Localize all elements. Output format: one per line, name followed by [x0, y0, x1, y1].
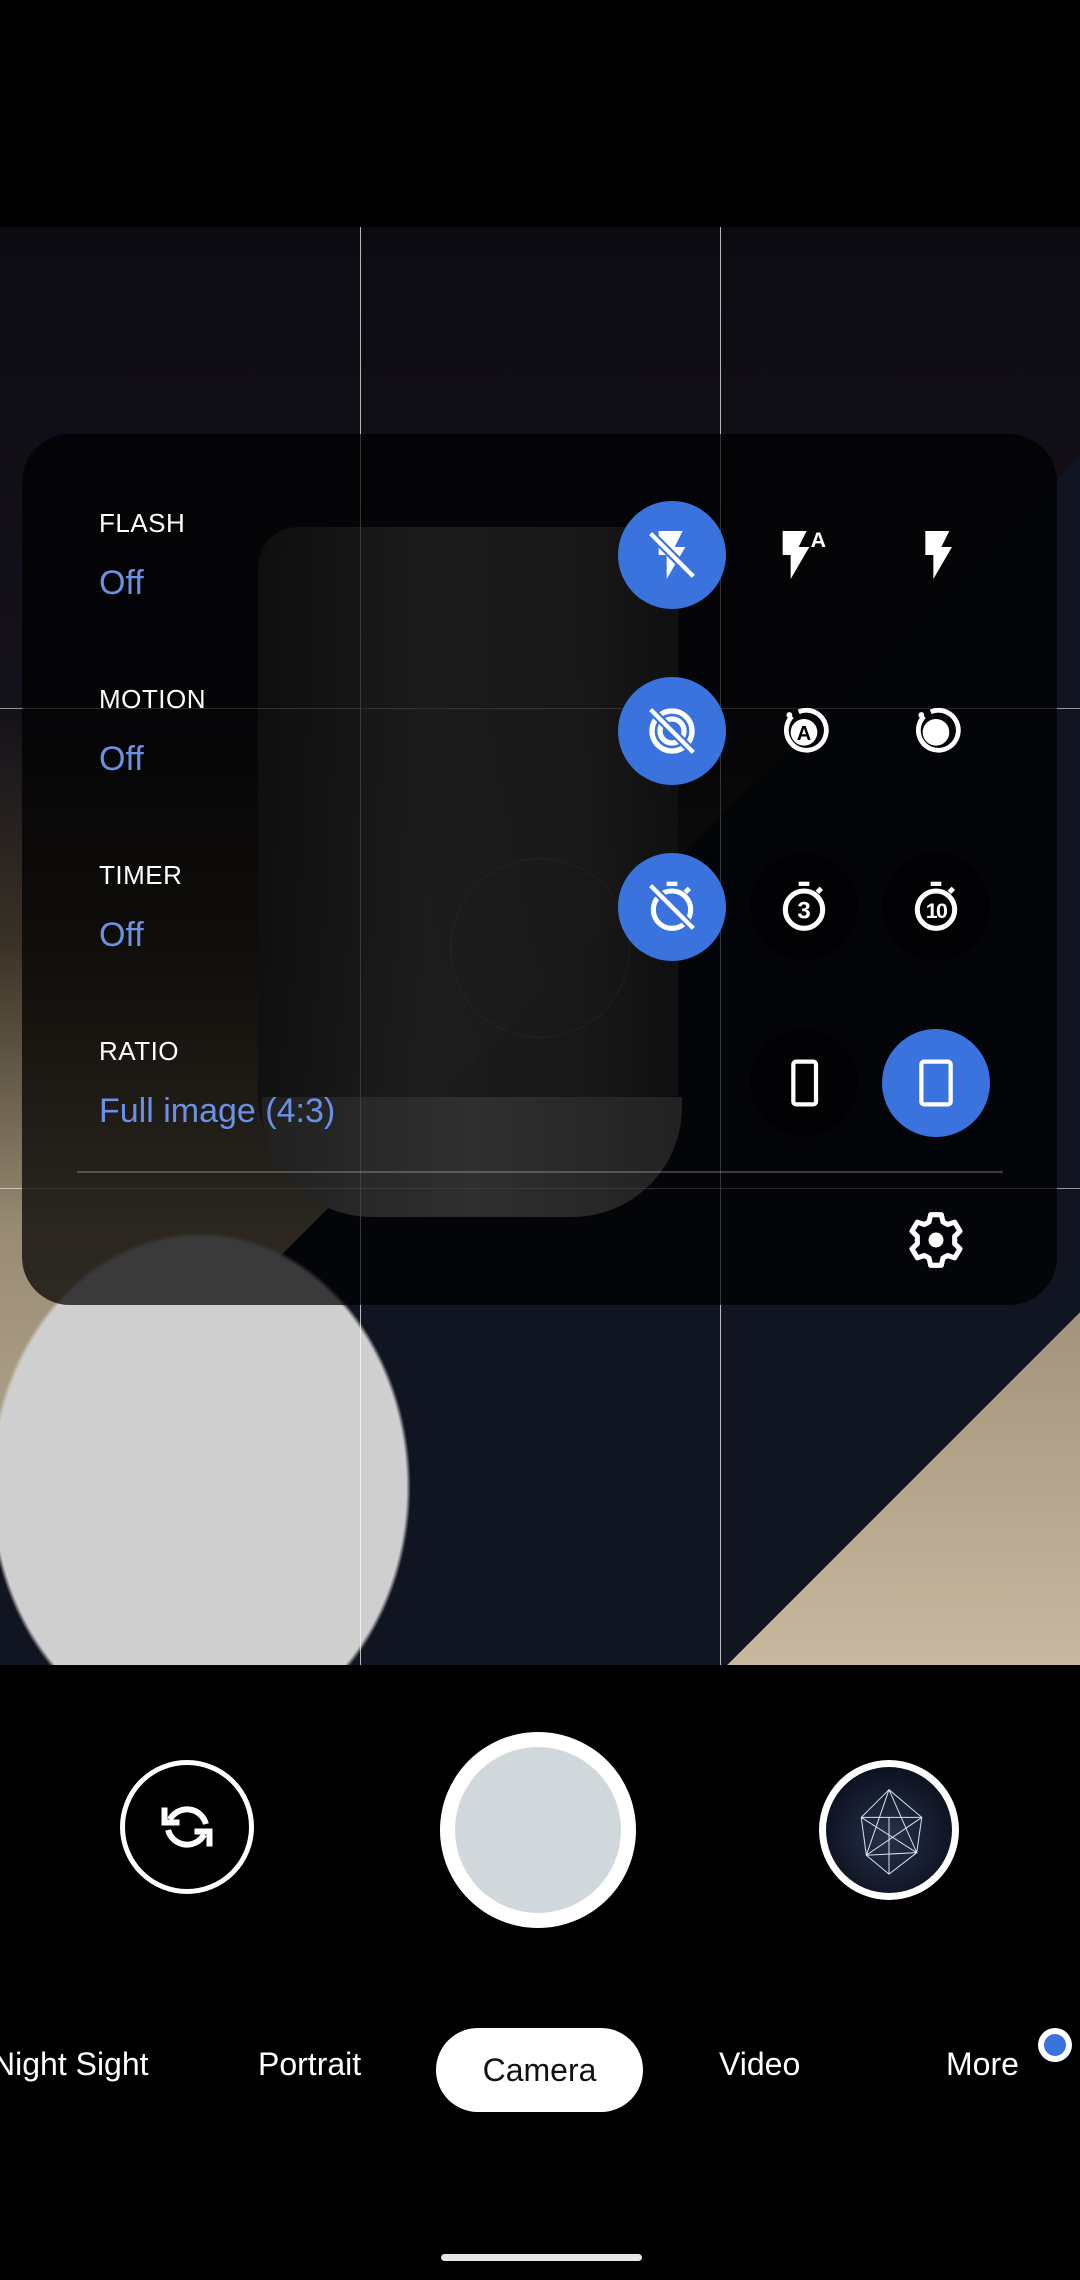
motion-auto-button[interactable]: A: [750, 677, 858, 785]
ratio-16-9-button[interactable]: [750, 1029, 858, 1137]
motion-on-button[interactable]: [882, 677, 990, 785]
mode-more[interactable]: More: [946, 2046, 1019, 2083]
flash-label: FLASH: [99, 508, 186, 538]
ratio-16-9-icon: [791, 1059, 819, 1107]
settings-button[interactable]: [904, 1208, 968, 1272]
mode-portrait[interactable]: Portrait: [258, 2046, 361, 2083]
svg-text:10: 10: [926, 899, 947, 923]
flash-auto-icon: A: [782, 528, 826, 579]
flash-off-button[interactable]: [618, 501, 726, 609]
flash-off-icon: [647, 530, 697, 580]
mode-video[interactable]: Video: [719, 2046, 800, 2083]
motion-value: Off: [99, 740, 144, 778]
timer-10s-icon: 10: [914, 881, 958, 931]
panel-divider: [77, 1171, 1003, 1173]
last-photo-thumbnail[interactable]: [819, 1760, 959, 1900]
svg-text:A: A: [797, 723, 811, 745]
flash-on-icon: [925, 531, 952, 579]
timer-label: TIMER: [99, 860, 183, 890]
ratio-label: RATIO: [99, 1036, 180, 1066]
thumbnail-molecule-graphic: [860, 1788, 923, 1875]
mode-camera[interactable]: Camera: [436, 2028, 643, 2112]
shutter-inner: [455, 1747, 621, 1913]
ratio-4-3-icon: [919, 1059, 953, 1107]
ratio-value: Full image (4:3): [99, 1092, 336, 1130]
motion-auto-icon: A: [783, 707, 829, 753]
gear-icon: [909, 1212, 963, 1268]
flash-on-button[interactable]: [882, 501, 990, 609]
svg-text:3: 3: [797, 897, 810, 924]
timer-10s-button[interactable]: 10: [882, 853, 990, 961]
ratio-4-3-button[interactable]: [882, 1029, 990, 1137]
motion-on-icon: [915, 707, 961, 753]
svg-text:A: A: [811, 528, 826, 552]
home-indicator[interactable]: [441, 2254, 642, 2261]
flash-auto-button[interactable]: A: [750, 501, 858, 609]
timer-off-icon: [647, 881, 697, 932]
timer-value: Off: [99, 916, 144, 954]
more-new-badge: [1038, 2028, 1072, 2062]
mode-night-sight[interactable]: Night Sight: [0, 2046, 149, 2083]
motion-off-icon: [647, 706, 697, 756]
timer-3s-button[interactable]: 3: [750, 853, 858, 961]
timer-3s-icon: 3: [782, 881, 826, 931]
motion-label: MOTION: [99, 684, 206, 714]
switch-camera-button[interactable]: [120, 1760, 254, 1894]
flash-value: Off: [99, 564, 144, 602]
thumbnail-image: [826, 1767, 952, 1893]
badge-dot: [1044, 2034, 1066, 2056]
switch-camera-icon: [161, 1806, 213, 1848]
motion-off-button[interactable]: [618, 677, 726, 785]
shutter-button[interactable]: [440, 1732, 636, 1928]
timer-off-button[interactable]: [618, 853, 726, 961]
